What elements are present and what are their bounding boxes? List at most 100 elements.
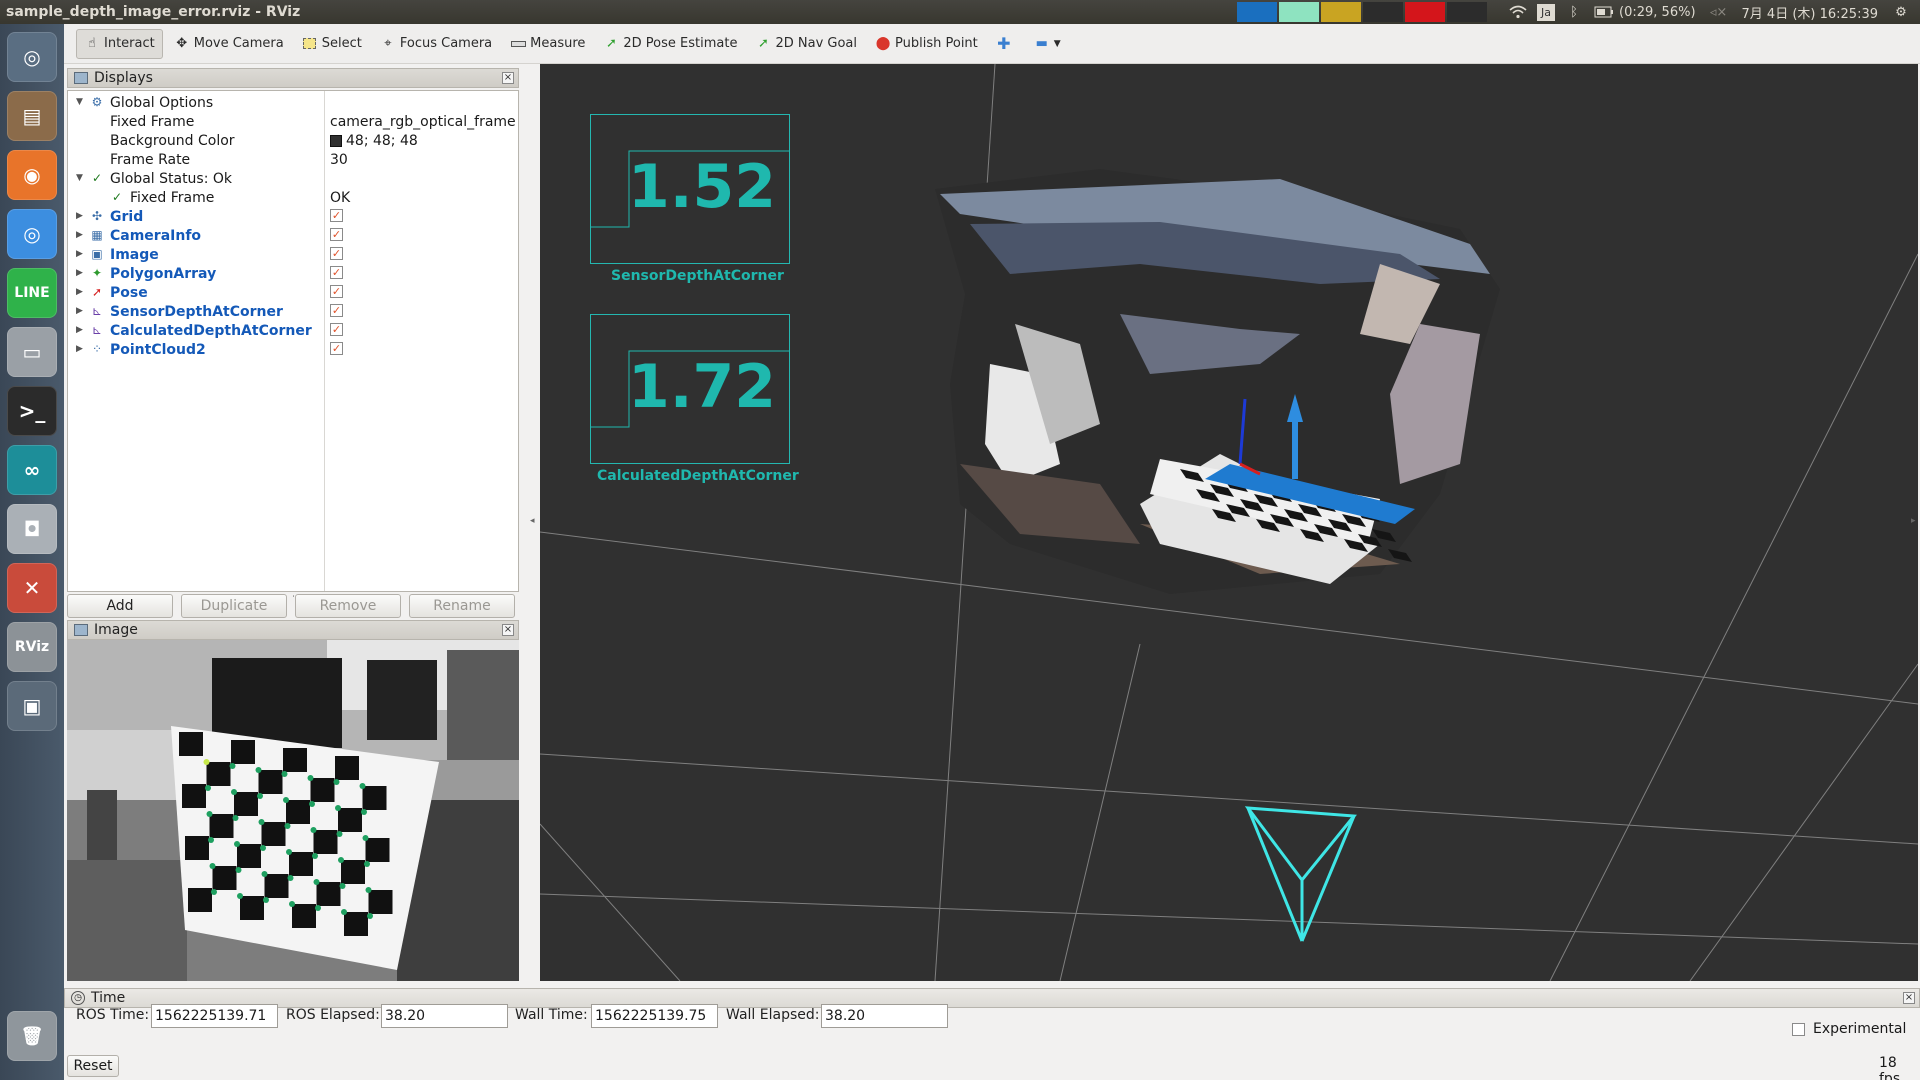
add-tool-button[interactable]: ✚ xyxy=(989,29,1023,59)
display-item-calculateddepthatcorner[interactable]: ▶ ⊾ CalculatedDepthAtCorner ✓ xyxy=(68,321,518,340)
expand-arrow-icon[interactable]: ▶ xyxy=(76,325,83,335)
clock[interactable]: 7月 4日 (木) 16:25:39 xyxy=(1742,3,1878,22)
expand-arrow-icon[interactable]: ▶ xyxy=(76,344,83,354)
remove-button[interactable]: Remove xyxy=(295,594,401,618)
display-item-camerainfo[interactable]: ▶ ▦ CameraInfo ✓ xyxy=(68,226,518,245)
launcher-terminal-icon[interactable]: >_ xyxy=(7,386,57,436)
launcher-rviz-icon[interactable]: RViz xyxy=(7,622,57,672)
rviz-window: ☝ Interact ✥ Move Camera Select ⌖ Focus … xyxy=(64,24,1920,1080)
expand-arrow-icon[interactable]: ▶ xyxy=(76,268,83,278)
workspace-indicator-3[interactable] xyxy=(1321,2,1362,22)
launcher-line-icon[interactable]: LINE xyxy=(7,268,57,318)
display-item-sensordepthatcorner[interactable]: ▶ ⊾ SensorDepthAtCorner ✓ xyxy=(68,302,518,321)
workspace-indicator-4[interactable] xyxy=(1363,2,1404,22)
launcher-disk-icon[interactable]: ▭ xyxy=(7,327,57,377)
display-item-image[interactable]: ▶ ▣ Image ✓ xyxy=(68,245,518,264)
corner-marker xyxy=(257,793,263,799)
enable-checkbox[interactable]: ✓ xyxy=(330,323,343,336)
global-status-row[interactable]: ▼ ✓ Global Status: Ok xyxy=(68,169,518,188)
enable-checkbox[interactable]: ✓ xyxy=(330,285,343,298)
workspace-indicator-6[interactable] xyxy=(1447,2,1488,22)
nav-goal-tool-button[interactable]: ➚ 2D Nav Goal xyxy=(748,29,864,59)
frame-rate-value[interactable]: 30 xyxy=(330,152,348,168)
dropdown-arrow-icon: ▼ xyxy=(1053,38,1061,49)
right-splitter-arrow[interactable]: ▸ xyxy=(1911,516,1916,526)
expand-arrow-icon[interactable]: ▶ xyxy=(76,230,83,240)
duplicate-button[interactable]: Duplicate xyxy=(181,594,287,618)
frame-rate-row[interactable]: Frame Rate 30 xyxy=(68,150,518,169)
camera-image-view[interactable] xyxy=(67,640,519,981)
ros-elapsed-field[interactable]: 38.20 xyxy=(381,1004,508,1028)
pose-arrow-icon: ➚ xyxy=(91,285,103,299)
wifi-icon[interactable] xyxy=(1507,3,1529,21)
close-icon[interactable]: × xyxy=(502,72,514,84)
enable-checkbox[interactable]: ✓ xyxy=(330,228,343,241)
checker-square xyxy=(237,844,261,868)
remove-tool-menu[interactable]: ▬ ▼ xyxy=(1027,29,1068,59)
enable-checkbox[interactable]: ✓ xyxy=(330,209,343,222)
launcher-settings-icon[interactable]: ✕ xyxy=(7,563,57,613)
launcher-trash-icon[interactable]: 🗑 xyxy=(7,1011,57,1061)
close-icon[interactable]: × xyxy=(1903,992,1915,1004)
workspace-indicator-1[interactable] xyxy=(1237,2,1278,22)
launcher-files-icon[interactable]: ▤ xyxy=(7,91,57,141)
measure-tool-button[interactable]: Measure xyxy=(503,29,592,59)
bluetooth-icon[interactable]: ᛒ xyxy=(1563,3,1585,21)
enable-checkbox[interactable]: ✓ xyxy=(330,304,343,317)
enable-checkbox[interactable]: ✓ xyxy=(330,342,343,355)
battery-icon[interactable] xyxy=(1593,3,1615,21)
rename-button[interactable]: Rename xyxy=(409,594,515,618)
launcher-camera-icon[interactable]: ◘ xyxy=(7,504,57,554)
add-button[interactable]: Add xyxy=(67,594,173,618)
launcher-dash-icon[interactable]: ◎ xyxy=(7,32,57,82)
publish-point-tool-button[interactable]: ⬤ Publish Point xyxy=(868,29,985,59)
battery-status[interactable]: (0:29, 56%) xyxy=(1619,5,1696,20)
corner-marker xyxy=(365,887,372,893)
left-splitter-arrow[interactable]: ◂ xyxy=(530,516,535,526)
power-gear-icon[interactable]: ⚙ xyxy=(1890,3,1912,21)
display-item-grid[interactable]: ▶ ✣ Grid ✓ xyxy=(68,207,518,226)
fixed-frame-row[interactable]: Fixed Frame camera_rgb_optical_frame xyxy=(68,112,518,131)
close-icon[interactable]: × xyxy=(502,624,514,636)
interact-tool-button[interactable]: ☝ Interact xyxy=(76,28,163,59)
wall-time-field[interactable]: 1562225139.75 xyxy=(591,1004,718,1028)
expand-arrow-icon[interactable]: ▼ xyxy=(76,97,83,107)
launcher-firefox-icon[interactable]: ◉ xyxy=(7,150,57,200)
expand-arrow-icon[interactable]: ▶ xyxy=(76,211,83,221)
fixed-frame-value[interactable]: camera_rgb_optical_frame xyxy=(330,114,516,130)
global-options-row[interactable]: ▼ ⚙ Global Options xyxy=(68,93,518,112)
launcher-arduino-icon[interactable]: ∞ xyxy=(7,445,57,495)
display-item-polygonarray[interactable]: ▶ ✦ PolygonArray ✓ xyxy=(68,264,518,283)
reset-button[interactable]: Reset xyxy=(67,1055,119,1077)
wall-elapsed-field[interactable]: 38.20 xyxy=(821,1004,948,1028)
expand-arrow-icon[interactable]: ▶ xyxy=(76,249,83,259)
pose-estimate-tool-button[interactable]: ➚ 2D Pose Estimate xyxy=(596,29,744,59)
focus-camera-tool-button[interactable]: ⌖ Focus Camera xyxy=(373,29,499,59)
background-color-value[interactable]: 48; 48; 48 xyxy=(346,133,418,149)
enable-checkbox[interactable]: ✓ xyxy=(330,247,343,260)
expand-arrow-icon[interactable]: ▶ xyxy=(76,306,83,316)
background-color-row[interactable]: Background Color 48; 48; 48 xyxy=(68,131,518,150)
keyboard-layout-indicator[interactable]: Ja xyxy=(1537,3,1556,21)
status-fixed-frame-row[interactable]: ✓ Fixed Frame OK xyxy=(68,188,518,207)
workspace-indicator-5[interactable] xyxy=(1405,2,1446,22)
experimental-checkbox[interactable] xyxy=(1792,1023,1805,1036)
workspace-indicator-2[interactable] xyxy=(1279,2,1320,22)
wall-elapsed-label: Wall Elapsed: xyxy=(726,1007,820,1023)
polygon-icon: ✦ xyxy=(91,266,103,280)
expand-arrow-icon[interactable]: ▼ xyxy=(76,173,83,183)
crosshair-icon: ⌖ xyxy=(384,36,392,51)
select-tool-button[interactable]: Select xyxy=(295,29,369,59)
enable-checkbox[interactable]: ✓ xyxy=(330,266,343,279)
volume-muted-icon[interactable]: ◃× xyxy=(1708,3,1730,21)
launcher-workspace-icon[interactable]: ▣ xyxy=(7,681,57,731)
3d-render-view[interactable]: 1.52 SensorDepthAtCorner 1.72 Calculated… xyxy=(540,64,1918,981)
launcher-chrome-icon[interactable]: ◎ xyxy=(7,209,57,259)
color-swatch[interactable] xyxy=(330,135,342,147)
display-item-pose[interactable]: ▶ ➚ Pose ✓ xyxy=(68,283,518,302)
display-item-pointcloud2[interactable]: ▶ ⁘ PointCloud2 ✓ xyxy=(68,340,518,359)
expand-arrow-icon[interactable]: ▶ xyxy=(76,287,83,297)
checker-square xyxy=(261,822,286,846)
ros-time-field[interactable]: 1562225139.71 xyxy=(151,1004,278,1028)
move-camera-tool-button[interactable]: ✥ Move Camera xyxy=(167,29,291,59)
